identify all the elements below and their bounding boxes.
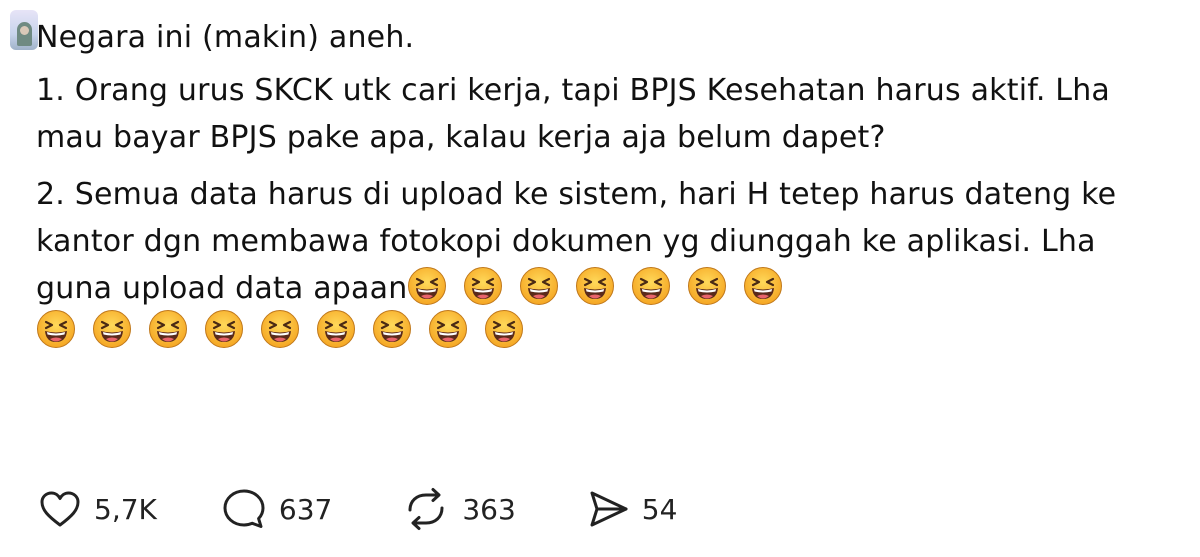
grinning-squinting-face-icon xyxy=(407,266,447,306)
repost-icon xyxy=(408,488,444,530)
post-point-1: 1. Orang urus SKCK utk cari kerja, tapi … xyxy=(36,73,1110,155)
post-point-2: 2. Semua data harus di upload ke sistem,… xyxy=(36,171,1146,355)
send-icon xyxy=(590,491,628,527)
avatar[interactable] xyxy=(10,10,38,50)
grinning-squinting-face-icon xyxy=(260,309,300,349)
grinning-squinting-face-icon xyxy=(148,309,188,349)
grinning-squinting-face-icon xyxy=(743,266,783,306)
grinning-squinting-face-icon xyxy=(204,309,244,349)
share-button[interactable]: 54 xyxy=(586,487,678,531)
grinning-squinting-face-icon xyxy=(36,309,76,349)
grinning-squinting-face-icon xyxy=(484,309,524,349)
repost-count: 363 xyxy=(462,492,516,526)
reply-button[interactable]: 637 xyxy=(221,487,332,531)
grinning-squinting-face-icon xyxy=(316,309,356,349)
grinning-squinting-face-icon xyxy=(463,266,503,306)
share-count: 54 xyxy=(641,492,678,526)
grinning-squinting-face-icon xyxy=(92,309,132,349)
grinning-squinting-face-icon xyxy=(631,266,671,306)
emoji-row-inline xyxy=(407,271,799,306)
grinning-squinting-face-icon xyxy=(428,309,468,349)
post-body: Negara ini (makin) aneh. 1. Orang urus S… xyxy=(36,14,1146,365)
grinning-squinting-face-icon xyxy=(519,266,559,306)
comment-icon xyxy=(223,489,265,528)
avatar-face xyxy=(20,26,29,35)
emoji-row-second xyxy=(36,308,1146,355)
grinning-squinting-face-icon xyxy=(575,266,615,306)
grinning-squinting-face-icon xyxy=(687,266,727,306)
reply-count: 637 xyxy=(278,492,333,526)
post-opening-line: Negara ini (makin) aneh. xyxy=(36,20,415,55)
like-count: 5,7K xyxy=(94,492,157,526)
action-bar: 5,7K 637 363 54 xyxy=(38,486,677,532)
like-button[interactable]: 5,7K xyxy=(38,489,157,529)
grinning-squinting-face-icon xyxy=(372,309,412,349)
heart-icon xyxy=(40,491,80,527)
repost-button[interactable]: 363 xyxy=(402,486,516,532)
